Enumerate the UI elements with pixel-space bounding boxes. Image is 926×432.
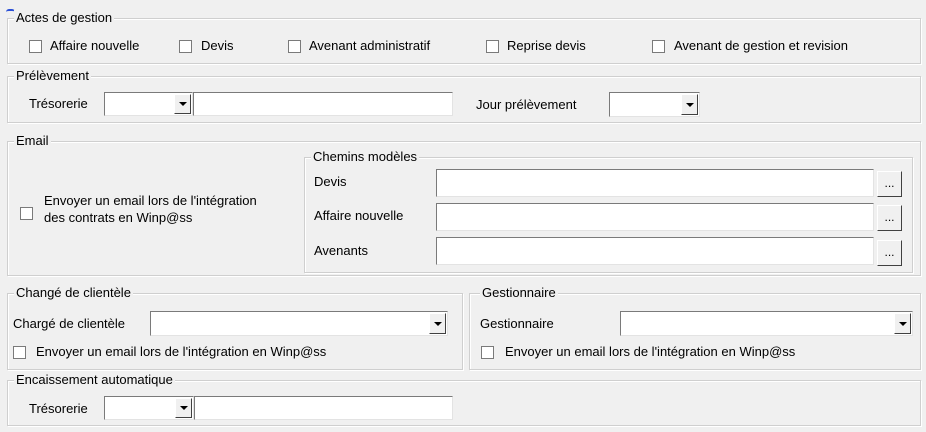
dropdown-button[interactable] [894,313,911,334]
chemin-affaire-label: Affaire nouvelle [314,208,404,223]
gestionnaire-combo[interactable] [620,311,913,336]
checkbox-label: Reprise devis [507,38,586,53]
encaissement-legend: Encaissement automatique [14,372,175,388]
gestionnaire-label: Gestionnaire [480,316,554,331]
chemin-affaire-browse-button[interactable]: ... [877,205,902,231]
jour-prelevement-label: Jour prélèvement [476,97,577,112]
gestionnaire-legend: Gestionnaire [480,285,558,301]
chemin-devis-field[interactable] [436,169,874,197]
checkbox-box[interactable] [481,346,494,359]
chevron-down-icon [179,406,188,410]
encaissement-tresorerie-combo[interactable] [104,396,194,420]
prelevement-legend: Prélèvement [14,68,91,84]
checkbox-box[interactable] [288,40,301,53]
encaissement-tresorerie-field[interactable] [194,396,453,420]
jour-prelevement-combo[interactable] [609,92,700,117]
checkbox-box[interactable] [29,40,42,53]
chevron-down-icon [898,321,907,326]
encaissement-tresorerie-label: Trésorerie [29,401,88,416]
checkbox-box[interactable] [652,40,665,53]
chemin-avenants-browse-button[interactable]: ... [877,240,902,266]
checkbox-box[interactable] [20,207,33,220]
chemin-avenants-field[interactable] [436,237,874,265]
checkbox-label: Devis [201,38,234,53]
dropdown-button[interactable] [175,398,192,418]
checkbox-box[interactable] [486,40,499,53]
chemin-devis-label: Devis [314,174,347,189]
dropdown-button[interactable] [681,94,698,115]
tresorerie-text-field[interactable] [193,92,453,116]
chevron-down-icon [685,102,694,107]
charge-clientele-combo[interactable] [150,311,448,336]
dropdown-button[interactable] [429,313,446,334]
chevron-down-icon [433,321,442,326]
checkbox-label: Envoyer un email lors de l'intégration e… [505,344,796,359]
checkbox-label-line1: Envoyer un email lors de l'intégration [44,193,257,208]
chemin-affaire-field[interactable] [436,203,874,231]
checkbox-label: Envoyer un email lors de l'intégration e… [36,344,327,359]
tresorerie-label: Trésorerie [29,96,88,111]
checkbox-label: Avenant administratif [309,38,431,53]
chevron-down-icon [178,102,187,106]
chemin-devis-browse-button[interactable]: ... [877,171,902,197]
checkbox-label-line2: des contrats en Winp@ss [44,210,193,225]
charge-legend: Changé de clientèle [14,285,133,301]
dropdown-button[interactable] [174,94,191,114]
checkbox-label: Avenant de gestion et revision [674,38,848,53]
checkbox-box[interactable] [13,346,26,359]
chemin-avenants-label: Avenants [314,243,368,258]
charge-clientele-label: Chargé de clientèle [13,316,126,331]
chemins-legend: Chemins modèles [311,149,420,165]
actes-legend: Actes de gestion [14,10,115,26]
checkbox-box[interactable] [179,40,192,53]
tresorerie-combo[interactable] [104,92,193,116]
checkbox-label: Affaire nouvelle [50,38,140,53]
email-legend: Email [14,133,51,149]
